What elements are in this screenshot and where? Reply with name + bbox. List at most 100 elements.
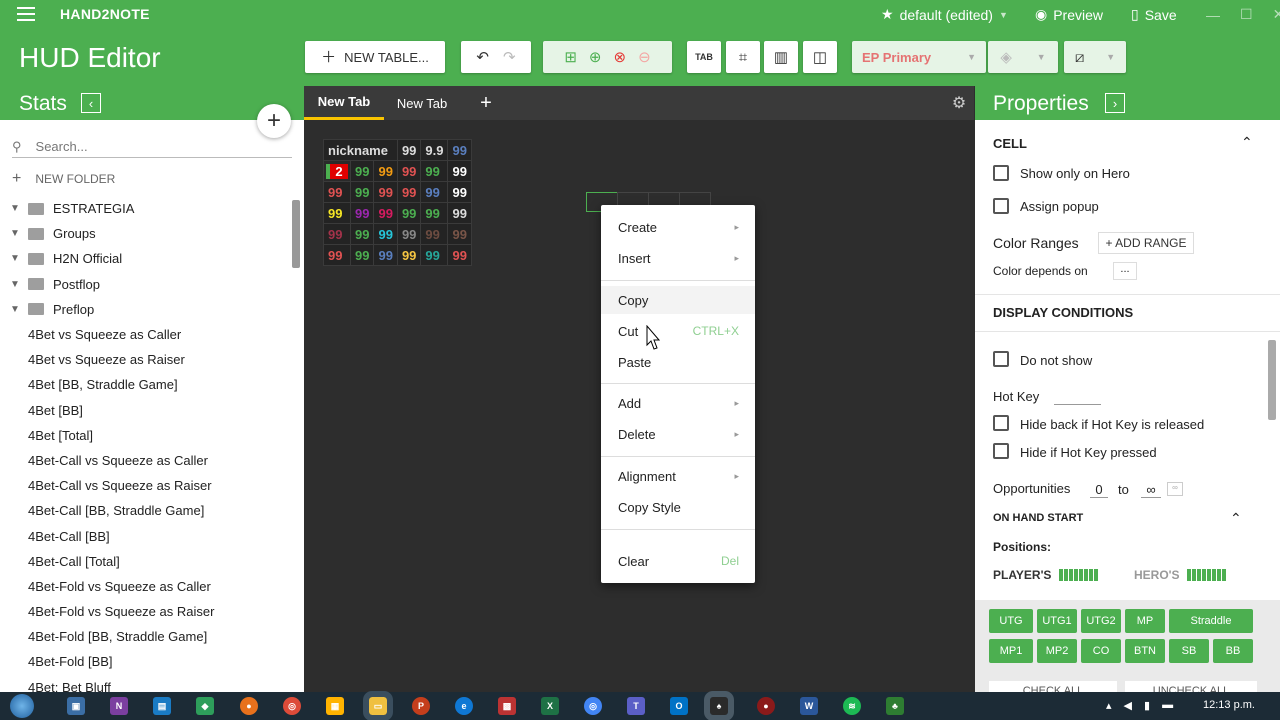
opp-to-input[interactable]: ∞: [1141, 482, 1161, 498]
hud-cell[interactable]: 99: [349, 223, 375, 245]
add-tab-icon[interactable]: +: [474, 86, 498, 120]
hud-cell[interactable]: 99: [447, 160, 472, 182]
border-select[interactable]: ⧄ ▼: [1064, 41, 1126, 73]
close-icon[interactable]: ✕: [1273, 6, 1280, 23]
hot-key-input[interactable]: [1054, 404, 1101, 405]
stat-item[interactable]: 4Bet-Fold vs Squeeze as Raiser: [0, 599, 290, 624]
hud-table[interactable]: nickname 99 9.9 99 2 99 99 99 99 99 99 9…: [323, 139, 472, 266]
stats-scrollbar[interactable]: [292, 200, 300, 268]
position-straddle-button[interactable]: Straddle: [1169, 609, 1253, 633]
collapse-stats-button[interactable]: ‹: [81, 93, 101, 113]
hud-cell[interactable]: 9.9: [420, 139, 449, 161]
hud-cell[interactable]: 99: [396, 223, 422, 245]
fill-color-select[interactable]: ◈ ▼: [988, 41, 1058, 73]
speaker-icon[interactable]: ◀: [1124, 699, 1132, 712]
hud-badge-cell[interactable]: 2: [323, 160, 351, 182]
folder-item[interactable]: ▼ H2N Official: [0, 246, 290, 271]
undo-icon[interactable]: ↶: [476, 50, 489, 65]
stat-item[interactable]: 4Bet [BB, Straddle Game]: [0, 372, 290, 397]
stat-item[interactable]: 4Bet vs Squeeze as Raiser: [0, 347, 290, 372]
hud-cell[interactable]: 99: [396, 202, 422, 224]
position-sb-button[interactable]: SB: [1169, 639, 1209, 663]
hud-cell[interactable]: 99: [323, 202, 351, 224]
delete-column-icon[interactable]: ⊗: [614, 50, 627, 65]
app-icon[interactable]: ♣: [886, 697, 904, 715]
do-not-show-checkbox[interactable]: [993, 351, 1009, 367]
network-icon[interactable]: ▮: [1144, 699, 1150, 712]
app-icon[interactable]: ◆: [196, 697, 214, 715]
hud-cell[interactable]: 99: [373, 244, 398, 266]
stat-item[interactable]: 4Bet-Fold [BB]: [0, 649, 290, 674]
menu-item-insert[interactable]: Insert ▸: [601, 244, 755, 272]
chrome-icon[interactable]: ◎: [584, 697, 602, 715]
folder-item[interactable]: ▼ ESTRATEGIA: [0, 196, 290, 221]
hud-cell[interactable]: 99: [396, 244, 422, 266]
split-icon[interactable]: ◫: [803, 41, 837, 73]
collapse-properties-button[interactable]: ›: [1105, 93, 1125, 113]
hud-cell[interactable]: 99: [349, 202, 375, 224]
new-folder-button[interactable]: + NEW FOLDER: [12, 170, 115, 188]
excel-icon[interactable]: X: [541, 697, 559, 715]
gear-icon[interactable]: ⚙: [948, 86, 970, 120]
hamburger-menu-icon[interactable]: [17, 7, 35, 21]
check-all-button[interactable]: CHECK ALL: [989, 681, 1117, 692]
position-co-button[interactable]: CO: [1081, 639, 1121, 663]
columns-icon[interactable]: ▥: [764, 41, 798, 73]
start-button[interactable]: [10, 694, 34, 718]
minimize-icon[interactable]: —: [1206, 7, 1220, 23]
stat-item[interactable]: 4Bet-Call [BB, Straddle Game]: [0, 498, 290, 523]
hud-cell[interactable]: 99: [396, 181, 422, 203]
stat-item[interactable]: 4Bet-Fold [BB, Straddle Game]: [0, 624, 290, 649]
tab-button[interactable]: TAB: [687, 41, 721, 73]
hud-cell[interactable]: 99: [396, 139, 422, 161]
position-utg2-button[interactable]: UTG2: [1081, 609, 1121, 633]
hud-cell[interactable]: 99: [447, 181, 472, 203]
assign-popup-checkbox[interactable]: [993, 198, 1009, 214]
menu-item-clear[interactable]: Clear Del: [601, 547, 755, 575]
position-utg-button[interactable]: UTG: [989, 609, 1033, 633]
hud-cell[interactable]: 99: [447, 244, 472, 266]
stat-item[interactable]: 4Bet [BB]: [0, 398, 290, 423]
app-icon[interactable]: ●: [757, 697, 775, 715]
teams-icon[interactable]: T: [627, 697, 645, 715]
infinity-icon[interactable]: ∞: [1167, 482, 1183, 496]
hud-cell[interactable]: 99: [323, 181, 351, 203]
add-range-button[interactable]: + ADD RANGE: [1098, 232, 1194, 254]
hud-cell[interactable]: 99: [373, 202, 398, 224]
add-column-icon[interactable]: ⊞: [564, 50, 577, 65]
position-btn-button[interactable]: BTN: [1125, 639, 1165, 663]
position-bb-button[interactable]: BB: [1213, 639, 1253, 663]
stat-item[interactable]: 4Bet-Call vs Squeeze as Caller: [0, 448, 290, 473]
menu-item-create[interactable]: Create ▸: [601, 213, 755, 241]
new-table-button[interactable]: ＋ NEW TABLE...: [305, 41, 445, 73]
menu-item-copy-style[interactable]: Copy Style: [601, 493, 755, 521]
hide-back-checkbox[interactable]: [993, 415, 1009, 431]
hud-cell[interactable]: 99: [323, 244, 351, 266]
hud-cell[interactable]: 99: [373, 160, 398, 182]
stat-item[interactable]: 4Bet-Call [Total]: [0, 549, 290, 574]
explorer-icon[interactable]: ▣: [67, 697, 85, 715]
hud-cell[interactable]: 99: [420, 202, 449, 224]
menu-item-paste[interactable]: Paste: [601, 348, 755, 376]
onenote-icon[interactable]: N: [110, 697, 128, 715]
hand2note-icon[interactable]: ♠: [704, 691, 734, 720]
chevron-up-icon[interactable]: ▴: [1106, 699, 1112, 712]
chrome-icon[interactable]: ◎: [283, 697, 301, 715]
chevron-up-icon[interactable]: ⌃: [1230, 510, 1242, 527]
ep-primary-select[interactable]: EP Primary ▼: [852, 41, 986, 73]
redo-icon[interactable]: ↷: [503, 50, 516, 65]
folder-item[interactable]: ▼ Groups: [0, 221, 290, 246]
stat-item[interactable]: 4Bet-Call [BB]: [0, 523, 290, 548]
hud-cell[interactable]: 99: [349, 181, 375, 203]
menu-item-alignment[interactable]: Alignment ▸: [601, 462, 755, 490]
app-icon[interactable]: ▦: [326, 697, 344, 715]
firefox-icon[interactable]: ●: [240, 697, 258, 715]
hud-cell[interactable]: 99: [349, 160, 375, 182]
app-icon[interactable]: ▤: [153, 697, 171, 715]
menu-item-add[interactable]: Add ▸: [601, 389, 755, 417]
position-mp2-button[interactable]: MP2: [1037, 639, 1077, 663]
search-input[interactable]: ⚲ Search...: [12, 136, 292, 158]
folder-item[interactable]: ▼ Postflop: [0, 272, 290, 297]
tab-new-2[interactable]: New Tab: [384, 86, 460, 120]
folder-icon[interactable]: ▭: [363, 691, 393, 720]
